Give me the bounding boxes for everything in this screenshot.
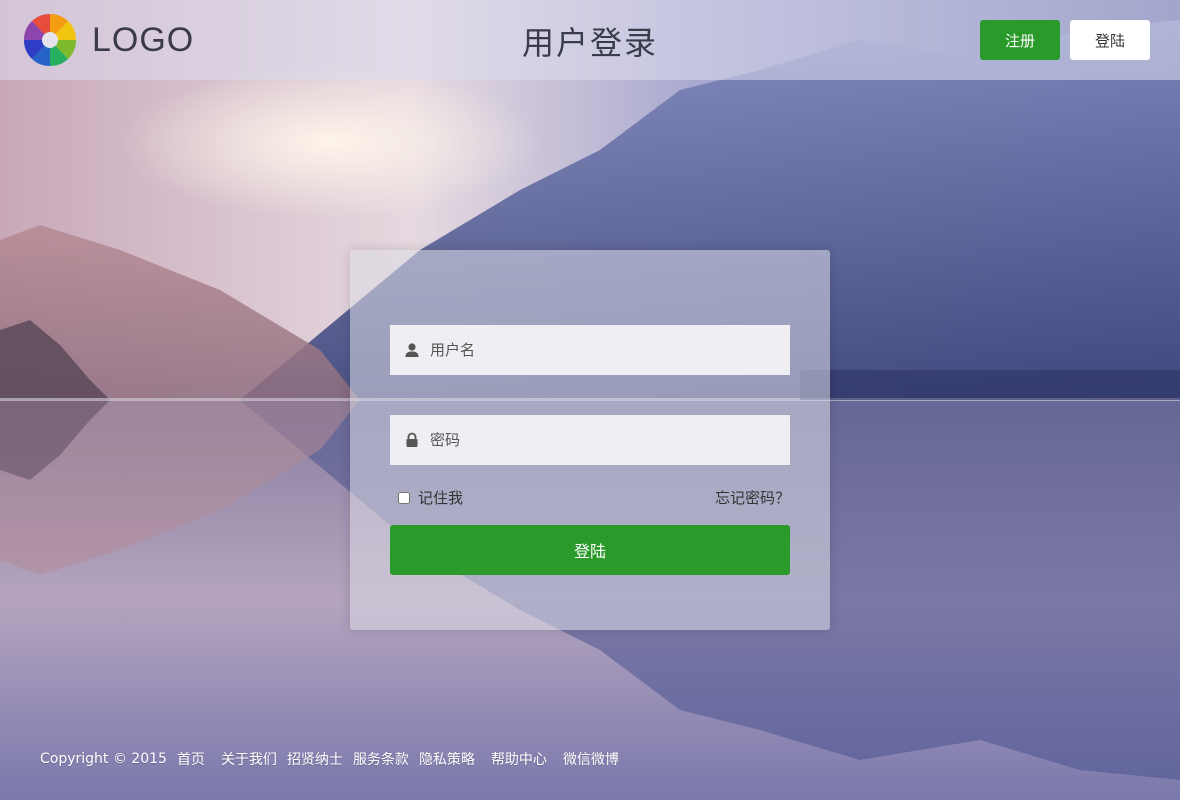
footer-link-careers[interactable]: 招贤纳士 <box>287 749 343 769</box>
logo[interactable]: LOGO <box>22 12 194 68</box>
footer: Copyright © 2015 首页 关于我们 招贤纳士 服务条款 隐私策略 … <box>40 749 619 769</box>
user-icon <box>404 342 420 358</box>
login-submit-button[interactable]: 登陆 <box>390 525 790 575</box>
remember-row: 记住我 忘记密码？ <box>398 487 790 508</box>
logo-text: LOGO <box>92 20 195 59</box>
password-input[interactable] <box>430 431 770 449</box>
password-field[interactable] <box>390 415 790 465</box>
footer-link-privacy[interactable]: 隐私策略 <box>419 749 475 769</box>
footer-link-terms[interactable]: 服务条款 <box>353 749 409 769</box>
remember-checkbox[interactable] <box>398 491 410 504</box>
username-field[interactable] <box>390 325 790 375</box>
register-button[interactable]: 注册 <box>980 20 1060 60</box>
footer-link-home[interactable]: 首页 <box>177 749 205 769</box>
remember-me[interactable]: 记住我 <box>398 487 463 508</box>
forgot-password-link[interactable]: 忘记密码？ <box>715 487 790 508</box>
username-input[interactable] <box>430 341 770 359</box>
header-login-button[interactable]: 登陆 <box>1070 20 1150 60</box>
copyright-text: Copyright © 2015 <box>40 751 167 767</box>
top-header-bar: LOGO 用户登录 注册 登陆 <box>0 0 1180 80</box>
header-actions: 注册 登陆 <box>980 20 1150 60</box>
footer-link-social[interactable]: 微信微博 <box>563 749 619 769</box>
remember-label: 记住我 <box>418 489 464 507</box>
logo-swirl-icon <box>22 12 78 68</box>
login-card: 记住我 忘记密码？ 登陆 <box>350 250 830 630</box>
footer-link-about[interactable]: 关于我们 <box>221 749 277 769</box>
footer-link-help[interactable]: 帮助中心 <box>491 749 547 769</box>
page-title: 用户登录 <box>521 24 659 62</box>
lock-icon <box>404 432 420 448</box>
